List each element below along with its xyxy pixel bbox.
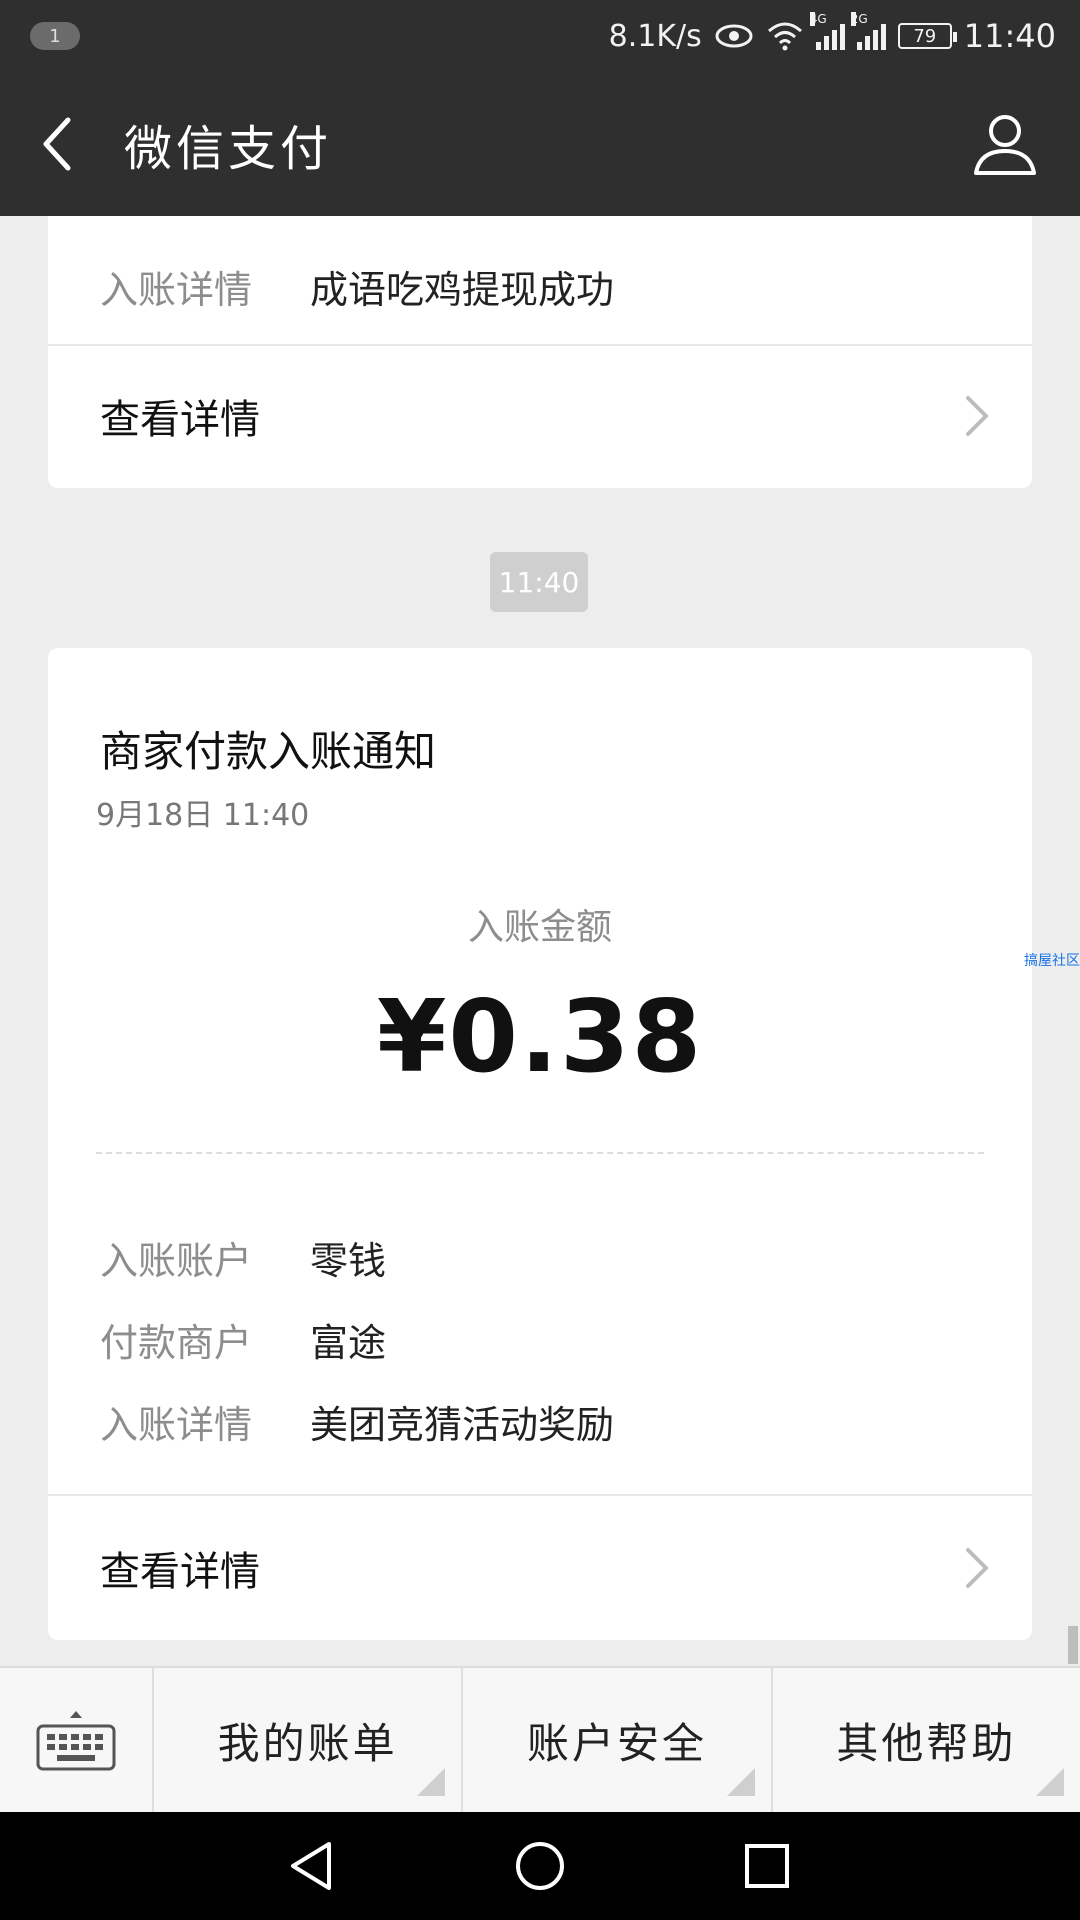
eye-icon: [715, 24, 753, 48]
profile-icon[interactable]: [970, 109, 1040, 179]
status-right: 8.1K/s 4G 2G 79 11:40: [608, 12, 1056, 55]
detail-key: 入账账户: [100, 1238, 253, 1283]
detail-value: 零钱: [310, 1238, 387, 1283]
navigation-bar: [0, 1812, 1080, 1920]
signal-tag-4g: 4G: [809, 12, 827, 26]
title-bar: 微信支付: [0, 72, 1080, 216]
amount-value: ¥0.38: [376, 978, 704, 1095]
menu-account-security[interactable]: 账户安全: [463, 1668, 773, 1812]
keyboard-icon: [36, 1711, 116, 1771]
menu-label: 账户安全: [526, 1718, 707, 1768]
signal-icon: 4G: [809, 12, 845, 50]
clock: 11:40: [963, 17, 1056, 55]
page-title: 微信支付: [124, 121, 333, 177]
keyboard-toggle[interactable]: [0, 1668, 154, 1812]
notice-date: 9月18日 11:40: [96, 798, 310, 833]
view-details-row[interactable]: 查看详情: [48, 1498, 1032, 1638]
detail-row-description: 入账详情 美团竞猜活动奖励: [100, 1380, 614, 1462]
battery-level: 79: [913, 25, 937, 47]
chevron-right-icon: [966, 1548, 989, 1588]
signal-icon: 2G: [850, 12, 886, 50]
menu-my-bills[interactable]: 我的账单: [154, 1668, 464, 1812]
detail-row-account: 入账账户 零钱: [100, 1216, 614, 1298]
detail-row: 入账详情 成语吃鸡提现成功: [100, 246, 614, 326]
detail-value: 成语吃鸡提现成功: [310, 267, 615, 312]
message-timestamp: 11:40: [490, 552, 588, 612]
details-list: 入账账户 零钱 付款商户 富途 入账详情 美团竞猜活动奖励: [100, 1216, 614, 1462]
detail-row-merchant: 付款商户 富途: [100, 1298, 614, 1380]
signal-tag-2g: 2G: [850, 12, 868, 26]
watermark: 搞屋社区: [1024, 953, 1080, 969]
menu-other-help[interactable]: 其他帮助: [773, 1668, 1080, 1812]
battery-icon: 79: [897, 23, 957, 49]
nav-recents-icon[interactable]: [739, 1838, 795, 1894]
dashed-divider: [96, 1152, 984, 1154]
status-bar: 1 8.1K/s 4G 2G 79 11:40: [0, 0, 1080, 72]
net-speed: 8.1K/s: [608, 18, 702, 54]
detail-value: 富途: [310, 1320, 387, 1365]
menu-label: 其他帮助: [836, 1718, 1017, 1768]
payment-notice-card[interactable]: 商家付款入账通知 9月18日 11:40 入账金额 ¥0.38 入账账户 零钱 …: [48, 648, 1032, 1640]
detail-key: 入账详情: [100, 1402, 253, 1447]
divider: [48, 1494, 1032, 1496]
menu-label: 我的账单: [217, 1718, 398, 1768]
view-details-label: 查看详情: [100, 397, 260, 443]
back-arrow-icon[interactable]: [40, 114, 80, 174]
detail-value: 美团竞猜活动奖励: [310, 1402, 615, 1447]
bottom-menu: 我的账单 账户安全 其他帮助: [0, 1666, 1080, 1812]
chevron-right-icon: [966, 396, 989, 436]
scrollbar-thumb[interactable]: [1068, 1626, 1078, 1664]
nav-back-icon[interactable]: [285, 1838, 341, 1894]
submenu-indicator-icon: [417, 1768, 446, 1796]
submenu-indicator-icon: [726, 1768, 755, 1796]
notification-badge: 1: [30, 22, 80, 50]
amount-label: 入账金额: [467, 907, 612, 948]
notice-title: 商家付款入账通知: [100, 727, 437, 776]
submenu-indicator-icon: [1035, 1768, 1064, 1796]
view-details-row[interactable]: 查看详情: [48, 346, 1032, 486]
detail-key: 付款商户: [100, 1320, 253, 1365]
detail-key: 入账详情: [100, 267, 253, 312]
previous-message-card: 入账详情 成语吃鸡提现成功 查看详情: [48, 216, 1032, 488]
view-details-label: 查看详情: [100, 1549, 260, 1595]
wifi-icon: [767, 22, 802, 51]
nav-home-icon[interactable]: [512, 1838, 568, 1894]
